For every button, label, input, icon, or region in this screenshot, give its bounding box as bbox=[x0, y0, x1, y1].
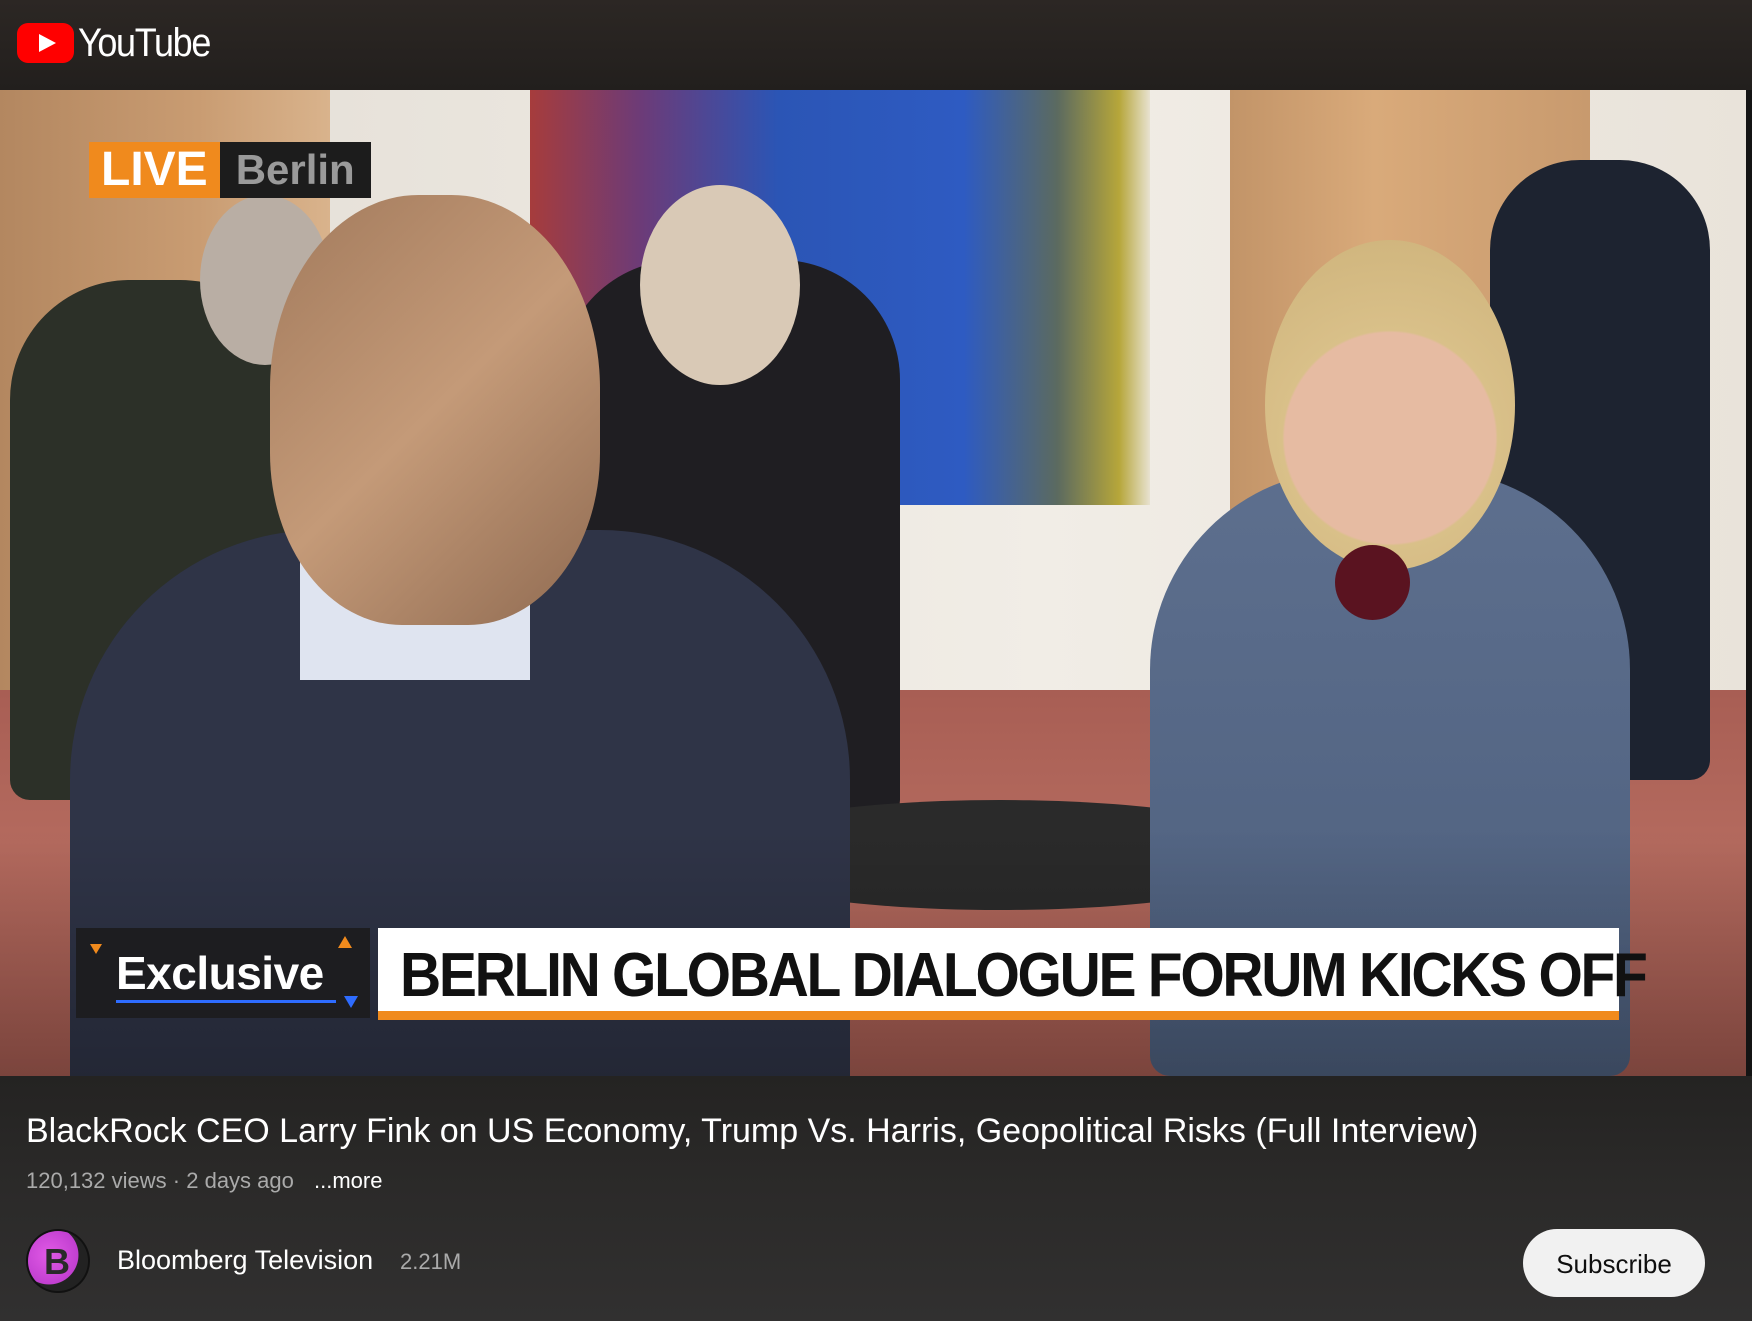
live-label: LIVE bbox=[89, 142, 220, 198]
logo-text: YouTube bbox=[78, 20, 211, 65]
subscribe-button[interactable]: Subscribe bbox=[1523, 1229, 1705, 1297]
channel-name[interactable]: Bloomberg Television bbox=[117, 1245, 373, 1276]
youtube-play-icon bbox=[17, 23, 74, 63]
exclusive-underline bbox=[116, 1000, 336, 1003]
top-bar: YouTube bbox=[0, 0, 1752, 90]
headline-banner: BERLIN GLOBAL DIALOGUE FORUM KICKS OFF bbox=[378, 928, 1648, 1020]
headline-text: BERLIN GLOBAL DIALOGUE FORUM KICKS OFF bbox=[400, 941, 1648, 1010]
triangle-icon bbox=[338, 936, 352, 948]
video-info: BlackRock CEO Larry Fink on US Economy, … bbox=[0, 1076, 1752, 1321]
video-player[interactable]: LIVE Berlin Exclusive BERLIN GLOBAL DIAL… bbox=[0, 90, 1746, 1076]
view-count: 120,132 views bbox=[26, 1168, 167, 1193]
avatar-letter: B bbox=[44, 1241, 70, 1282]
exclusive-badge: Exclusive bbox=[76, 928, 370, 1018]
triangle-icon bbox=[90, 944, 102, 954]
more-link[interactable]: ...more bbox=[314, 1168, 382, 1193]
meta-separator: · bbox=[172, 1168, 181, 1193]
video-title: BlackRock CEO Larry Fink on US Economy, … bbox=[26, 1112, 1479, 1150]
exclusive-label: Exclusive bbox=[116, 947, 324, 999]
channel-avatar[interactable]: B bbox=[26, 1229, 90, 1293]
channel-row: B Bloomberg Television 2.21M Subscribe bbox=[26, 1229, 1726, 1297]
subscriber-count: 2.21M bbox=[400, 1249, 462, 1274]
video-meta[interactable]: 120,132 views · 2 days ago ...more bbox=[26, 1168, 382, 1194]
upload-age: 2 days ago bbox=[186, 1168, 294, 1193]
youtube-logo[interactable]: YouTube bbox=[17, 20, 225, 65]
location-label: Berlin bbox=[219, 142, 371, 198]
live-badge: LIVE Berlin bbox=[89, 142, 371, 198]
triangle-icon bbox=[344, 996, 358, 1008]
